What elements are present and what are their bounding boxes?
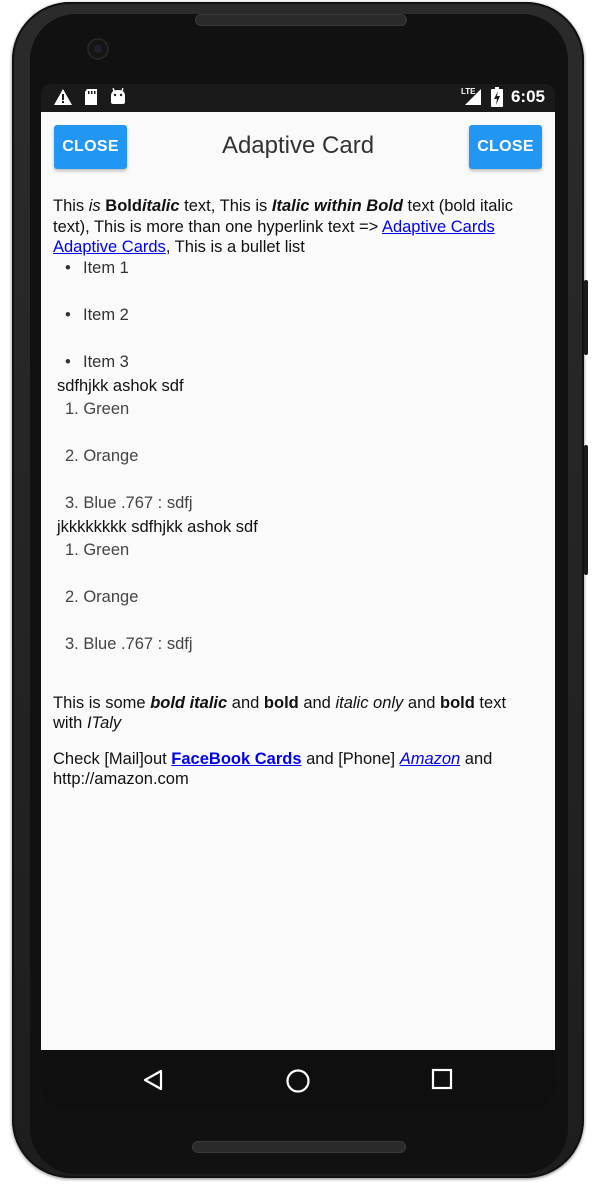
recents-icon[interactable] [431,1068,453,1090]
lte-signal-icon: LTE [461,87,483,107]
system-navigation-bar [41,1050,555,1110]
rich-text-paragraph-3: Check [Mail]out FaceBook Cards and [Phon… [53,749,493,789]
front-camera-icon [89,40,107,58]
battery-charging-icon [490,87,503,107]
list-item: • Item 3 [65,352,129,371]
top-speaker [195,14,407,26]
list-item: 1. Green [65,399,130,418]
card-body: This is Bolditalic text, This is Italic … [53,196,533,790]
android-icon [111,88,125,104]
adaptive-cards-link-2[interactable]: Adaptive Cards [53,238,166,256]
rich-text-paragraph-1: This is Bolditalic text, This is Italic … [53,197,514,256]
text-line: sdfhjkk ashok sdf [57,376,184,395]
clock: 6:05 [510,87,545,106]
list-item: 1. Green [65,540,130,559]
numbered-list: 1. Green 2. Orange 3. Blue .767 : sdfj [53,540,533,658]
sd-card-icon [85,89,97,105]
text-line: jkkkkkkkk sdfhjkk ashok sdf [57,517,258,536]
bottom-speaker [192,1141,406,1153]
back-icon[interactable] [141,1068,165,1092]
warning-icon [54,89,72,105]
amazon-link[interactable]: Amazon [400,750,461,768]
list-item: 3. Blue .767 : sdfj [65,634,193,653]
list-item: • Item 2 [65,305,129,324]
rich-text-paragraph-2: This is some bold italic and bold and it… [53,693,507,733]
numbered-list: 1. Green 2. Orange 3. Blue .767 : sdfj [53,399,533,517]
status-bar: LTE 6:05 [41,84,555,112]
home-icon[interactable] [285,1068,311,1094]
close-button-right[interactable]: CLOSE [469,125,542,169]
list-item: 2. Orange [65,446,139,465]
list-item: 2. Orange [65,587,139,606]
list-item: • Item 1 [65,258,129,277]
adaptive-cards-link-1[interactable]: Adaptive Cards [382,218,495,236]
volume-button [584,280,588,355]
list-item: 3. Blue .767 : sdfj [65,493,193,512]
bullet-list: • Item 1 • Item 2 • Item 3 [53,258,533,376]
facebook-cards-link[interactable]: FaceBook Cards [171,750,301,768]
power-button [584,445,588,575]
app-screen: CLOSE Adaptive Card CLOSE This is Boldit… [41,112,555,1050]
